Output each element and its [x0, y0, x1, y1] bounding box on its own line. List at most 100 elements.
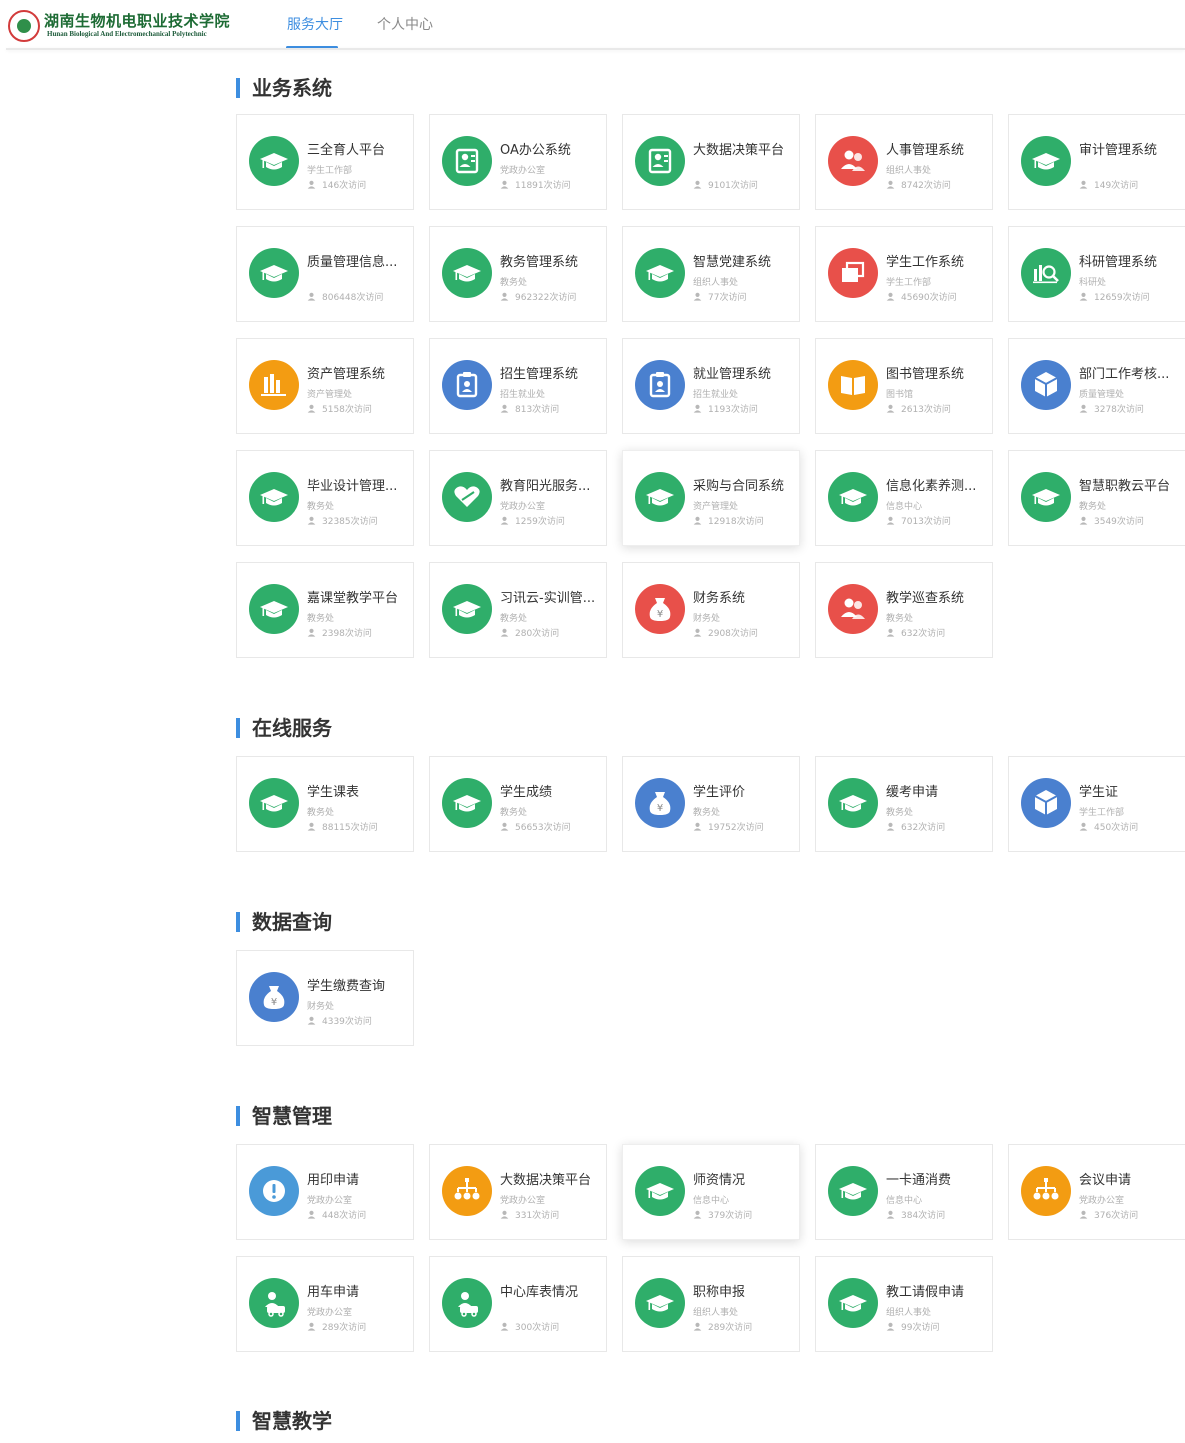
visitor-icon: [500, 180, 509, 189]
service-card-department: 质量管理处: [1079, 390, 1125, 400]
cube-icon: [1021, 778, 1071, 828]
visit-count: 2908次访问: [708, 629, 758, 639]
visitor-icon: [693, 516, 702, 525]
service-card[interactable]: 图书管理系统 图书馆 2613次访问: [815, 338, 993, 434]
graduation-cap-icon: [828, 1278, 878, 1328]
service-card[interactable]: 人事管理系统 组织人事处 8742次访问: [815, 114, 993, 210]
service-card[interactable]: 学生成绩 教务处 56653次访问: [429, 756, 607, 852]
service-card[interactable]: 毕业设计管理... 教务处 32385次访问: [236, 450, 414, 546]
visit-count: 376次访问: [1094, 1211, 1139, 1221]
graduation-cap-icon: [442, 778, 492, 828]
graduation-cap-icon: [635, 472, 685, 522]
visitor-icon: [693, 1210, 702, 1219]
service-card-title: 审计管理系统: [1079, 143, 1158, 158]
service-card-department: 党政办公室: [500, 1196, 546, 1206]
service-card[interactable]: 教工请假申请 组织人事处 99次访问: [815, 1256, 993, 1352]
school-logo[interactable]: 湖南生物机电职业技术学院 Hunan Biological And Electr…: [8, 8, 238, 44]
service-card[interactable]: 职称申报 组织人事处 289次访问: [622, 1256, 800, 1352]
service-card-department: 资产管理处: [307, 390, 353, 400]
school-name-cn: 湖南生物机电职业技术学院: [44, 12, 231, 30]
visit-count: 1259次访问: [515, 517, 565, 527]
visit-count: 300次访问: [515, 1323, 560, 1333]
service-card[interactable]: 质量管理信息... 806448次访问: [236, 226, 414, 322]
visit-count: 450次访问: [1094, 823, 1139, 833]
visit-count: 12659次访问: [1094, 293, 1150, 303]
service-card-department: 资产管理处: [693, 502, 739, 512]
badge-icon: [442, 360, 492, 410]
service-card[interactable]: 用车申请 党政办公室 289次访问: [236, 1256, 414, 1352]
service-card[interactable]: ¥ 学生评价 教务处 19752次访问: [622, 756, 800, 852]
visit-count: 962322次访问: [515, 293, 577, 303]
service-card[interactable]: 用印申请 党政办公室 448次访问: [236, 1144, 414, 1240]
visit-count: 2613次访问: [901, 405, 951, 415]
service-card-title: 学生证: [1079, 785, 1119, 800]
visitor-icon: [500, 628, 509, 637]
service-card[interactable]: 部门工作考核... 质量管理处 3278次访问: [1008, 338, 1185, 434]
money-bag-icon: ¥: [635, 584, 685, 634]
service-card[interactable]: 学生工作系统 学生工作部 45690次访问: [815, 226, 993, 322]
service-card[interactable]: 就业管理系统 招生就业处 1193次访问: [622, 338, 800, 434]
visitor-icon: [500, 516, 509, 525]
service-card[interactable]: 大数据决策平台 9101次访问: [622, 114, 800, 210]
service-card[interactable]: 一卡通消费 信息中心 384次访问: [815, 1144, 993, 1240]
tab-service-hall[interactable]: 服务大厅: [287, 14, 343, 34]
service-card[interactable]: 嘉课堂教学平台 教务处 2398次访问: [236, 562, 414, 658]
service-card-visits: 376次访问: [1079, 1208, 1138, 1221]
service-card[interactable]: 信息化素养测... 信息中心 7013次访问: [815, 450, 993, 546]
service-card[interactable]: ¥ 学生缴费查询 财务处 4339次访问: [236, 950, 414, 1046]
visitor-icon: [1079, 1210, 1088, 1219]
service-card[interactable]: 科研管理系统 科研处 12659次访问: [1008, 226, 1185, 322]
service-card-department: 教务处: [307, 614, 335, 624]
service-card[interactable]: 教学巡查系统 教务处 632次访问: [815, 562, 993, 658]
service-card-title: 职称申报: [693, 1285, 746, 1300]
service-card[interactable]: 审计管理系统 149次访问: [1008, 114, 1185, 210]
id-card-icon: [442, 136, 492, 186]
service-card[interactable]: 中心库表情况 300次访问: [429, 1256, 607, 1352]
service-card[interactable]: 智慧职教云平台 教务处 3549次访问: [1008, 450, 1185, 546]
tab-personal-center[interactable]: 个人中心: [377, 14, 433, 34]
visit-count: 99次访问: [901, 1323, 940, 1333]
service-card-title: 信息化素养测...: [886, 479, 977, 494]
badge-icon: [635, 360, 685, 410]
service-card[interactable]: 资产管理系统 资产管理处 5158次访问: [236, 338, 414, 434]
service-card[interactable]: OA办公系统 党政办公室 11891次访问: [429, 114, 607, 210]
service-card-title: 人事管理系统: [886, 143, 965, 158]
service-card-visits: 448次访问: [307, 1208, 366, 1221]
visitor-icon: [307, 628, 316, 637]
visit-count: 632次访问: [901, 629, 946, 639]
service-card-title: 毕业设计管理...: [307, 479, 398, 494]
org-chart-icon: [442, 1166, 492, 1216]
visitor-icon: [307, 404, 316, 413]
service-card-department: 组织人事处: [886, 1308, 932, 1318]
service-card[interactable]: 缓考申请 教务处 632次访问: [815, 756, 993, 852]
school-name-en: Hunan Biological And Electromechanical P…: [47, 30, 207, 38]
service-card-department: 科研处: [1079, 278, 1107, 288]
service-card-visits: 962322次访问: [500, 290, 576, 303]
visitor-icon: [693, 822, 702, 831]
service-card[interactable]: 学生证 学生工作部 450次访问: [1008, 756, 1185, 852]
service-card[interactable]: 教育阳光服务... 党政办公室 1259次访问: [429, 450, 607, 546]
service-card-department: 教务处: [1079, 502, 1107, 512]
service-card[interactable]: 会议申请 党政办公室 376次访问: [1008, 1144, 1185, 1240]
service-card[interactable]: 三全育人平台 学生工作部 146次访问: [236, 114, 414, 210]
service-card[interactable]: 教务管理系统 教务处 962322次访问: [429, 226, 607, 322]
visit-count: 88115次访问: [322, 823, 378, 833]
service-card[interactable]: 采购与合同系统 资产管理处 12918次访问: [622, 450, 800, 546]
service-card[interactable]: 学生课表 教务处 88115次访问: [236, 756, 414, 852]
service-card[interactable]: 招生管理系统 招生就业处 813次访问: [429, 338, 607, 434]
service-card-visits: 77次访问: [693, 290, 746, 303]
service-card-visits: 379次访问: [693, 1208, 752, 1221]
section-title: 智慧教学: [236, 1409, 332, 1433]
service-card[interactable]: 智慧党建系统 组织人事处 77次访问: [622, 226, 800, 322]
service-card-visits: 9101次访问: [693, 178, 758, 191]
service-card[interactable]: 习讯云-实训管... 教务处 280次访问: [429, 562, 607, 658]
service-card[interactable]: 师资情况 信息中心 379次访问: [622, 1144, 800, 1240]
visitor-icon: [1079, 822, 1088, 831]
service-card[interactable]: ¥ 财务系统 财务处 2908次访问: [622, 562, 800, 658]
visitor-icon: [307, 1322, 316, 1331]
visit-count: 9101次访问: [708, 181, 758, 191]
service-card-title: 会议申请: [1079, 1173, 1132, 1188]
visitor-icon: [307, 292, 316, 301]
graduation-cap-icon: [249, 472, 299, 522]
service-card[interactable]: 大数据决策平台 党政办公室 331次访问: [429, 1144, 607, 1240]
